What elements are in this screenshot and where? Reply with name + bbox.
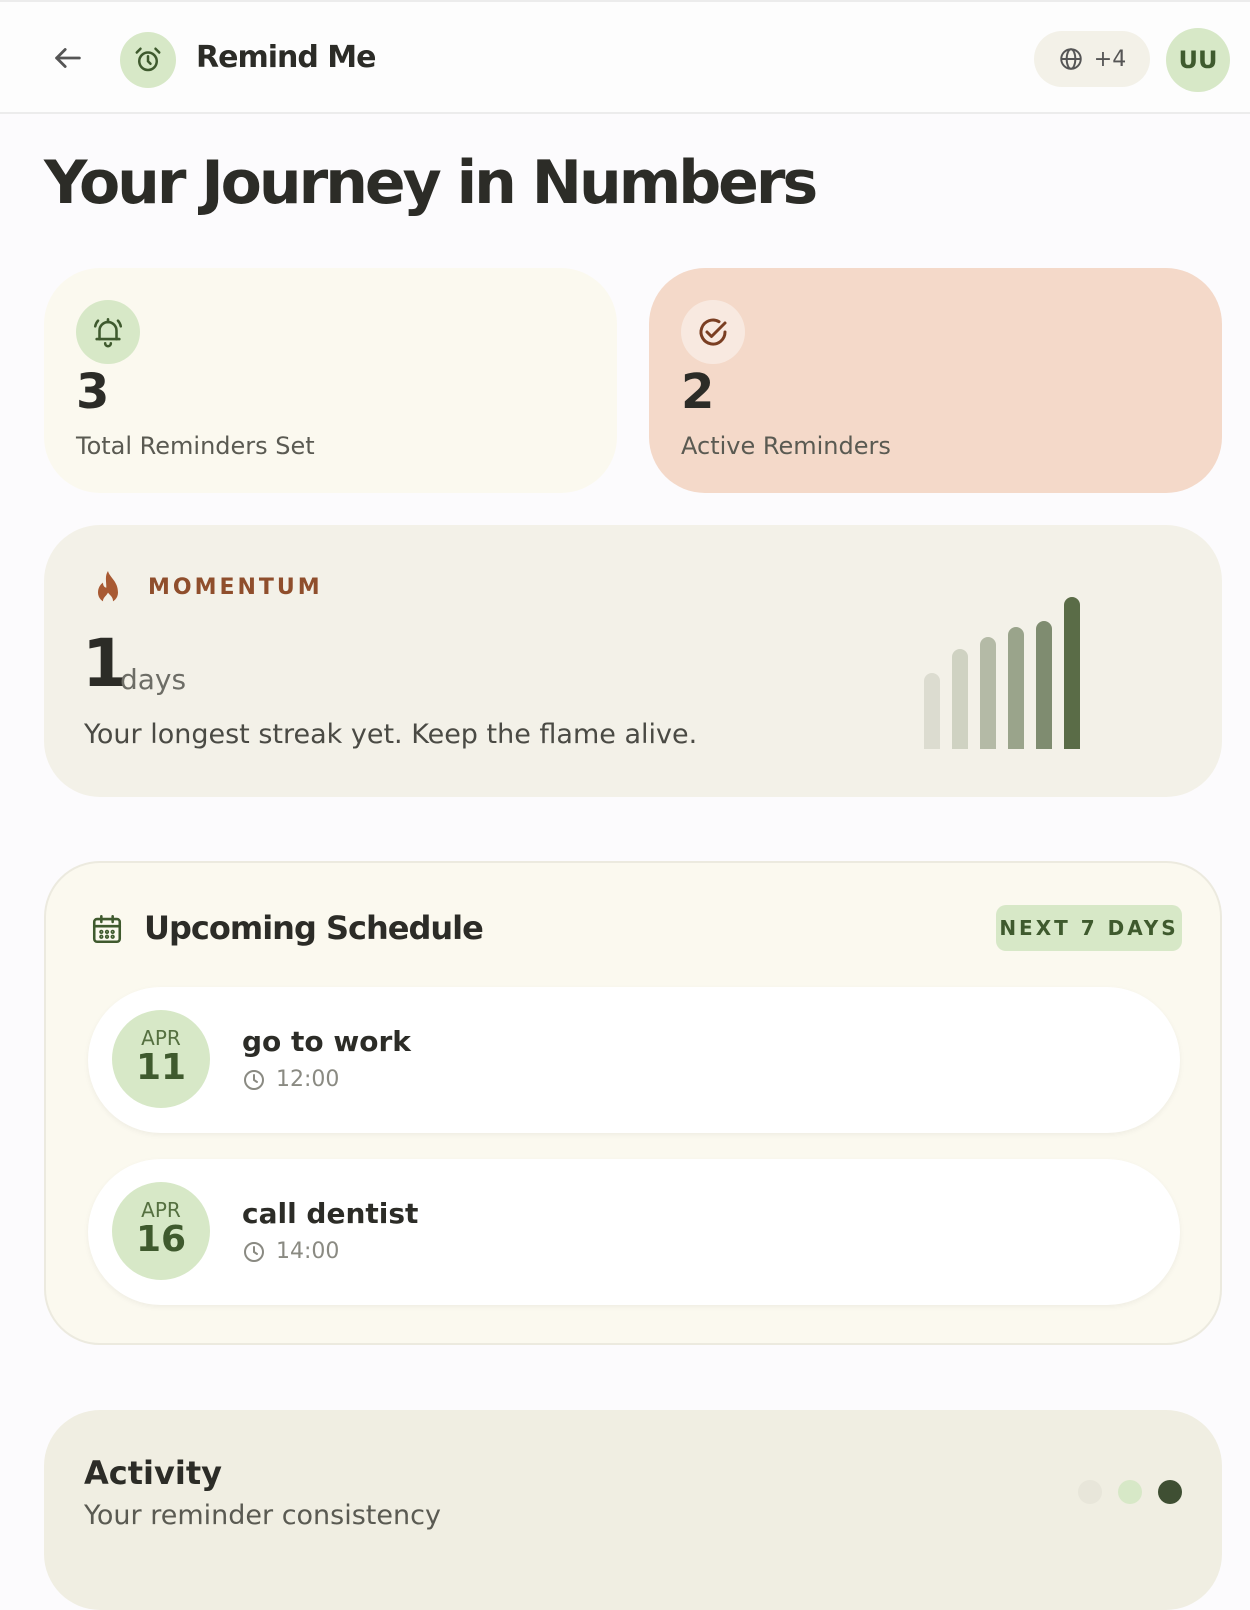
schedule-item[interactable]: APR 11 go to work 12:00 [88,987,1180,1133]
streak-bar [1036,621,1052,749]
clock-icon [244,1241,264,1262]
event-date-badge: APR 11 [112,1010,210,1108]
active-reminders-card: 2 Active Reminders [649,268,1222,493]
flame-icon [98,571,118,606]
streak-message: Your longest streak yet. Keep the flame … [84,719,698,750]
streak-bar [1008,627,1024,749]
app-logo [120,32,176,88]
event-title: go to work [242,1025,411,1058]
momentum-card: MOMENTUM 1 days Your longest streak yet.… [44,525,1222,797]
total-reminders-value: 3 [76,364,110,420]
check-circle-icon [699,318,727,346]
event-day: 16 [135,1219,187,1260]
clock-icon [244,1069,264,1090]
streak-bar [980,637,996,749]
active-reminders-value: 2 [681,364,715,420]
avatar[interactable]: UU [1166,28,1230,92]
event-title: call dentist [242,1197,419,1230]
carousel-dots [1078,1480,1182,1504]
streak-bar [1064,597,1080,749]
language-count: +4 [1093,46,1127,72]
schedule-range-badge: NEXT 7 DAYS [996,905,1182,951]
page-title: Your Journey in Numbers [44,148,818,218]
event-time-text: 12:00 [276,1067,340,1092]
top-bar: Remind Me +4 UU [0,0,1250,114]
schedule-title: Upcoming Schedule [144,909,484,947]
alarm-clock-icon [135,47,161,72]
streak-bar [952,649,968,749]
stat-icon-wrap [681,300,745,364]
streak-bar [924,673,940,749]
activity-subtitle: Your reminder consistency [84,1500,441,1531]
total-reminders-label: Total Reminders Set [76,432,315,460]
active-reminders-label: Active Reminders [681,432,891,460]
schedule-item[interactable]: APR 16 call dentist 14:00 [88,1159,1180,1305]
arrow-left-icon [55,48,81,68]
language-selector[interactable]: +4 [1034,31,1150,87]
stat-icon-wrap [76,300,140,364]
streak-unit: days [120,663,187,696]
event-day: 11 [135,1047,187,1088]
upcoming-schedule-card: Upcoming Schedule NEXT 7 DAYS APR 11 go … [44,861,1222,1345]
back-button[interactable] [48,38,88,78]
carousel-dot[interactable] [1158,1480,1182,1504]
carousel-dot[interactable] [1118,1480,1142,1504]
event-time: 12:00 [242,1067,339,1092]
bell-icon [93,317,123,348]
app-title: Remind Me [196,40,376,75]
streak-bars [924,595,1084,749]
momentum-label: MOMENTUM [148,575,323,600]
event-time: 14:00 [242,1239,339,1264]
total-reminders-card: 3 Total Reminders Set [44,268,617,493]
activity-title: Activity [84,1454,222,1492]
activity-card: Activity Your reminder consistency [44,1410,1222,1610]
globe-icon [1060,48,1082,70]
event-time-text: 14:00 [276,1239,340,1264]
calendar-icon [92,914,122,944]
event-date-badge: APR 16 [112,1182,210,1280]
carousel-dot[interactable] [1078,1480,1102,1504]
